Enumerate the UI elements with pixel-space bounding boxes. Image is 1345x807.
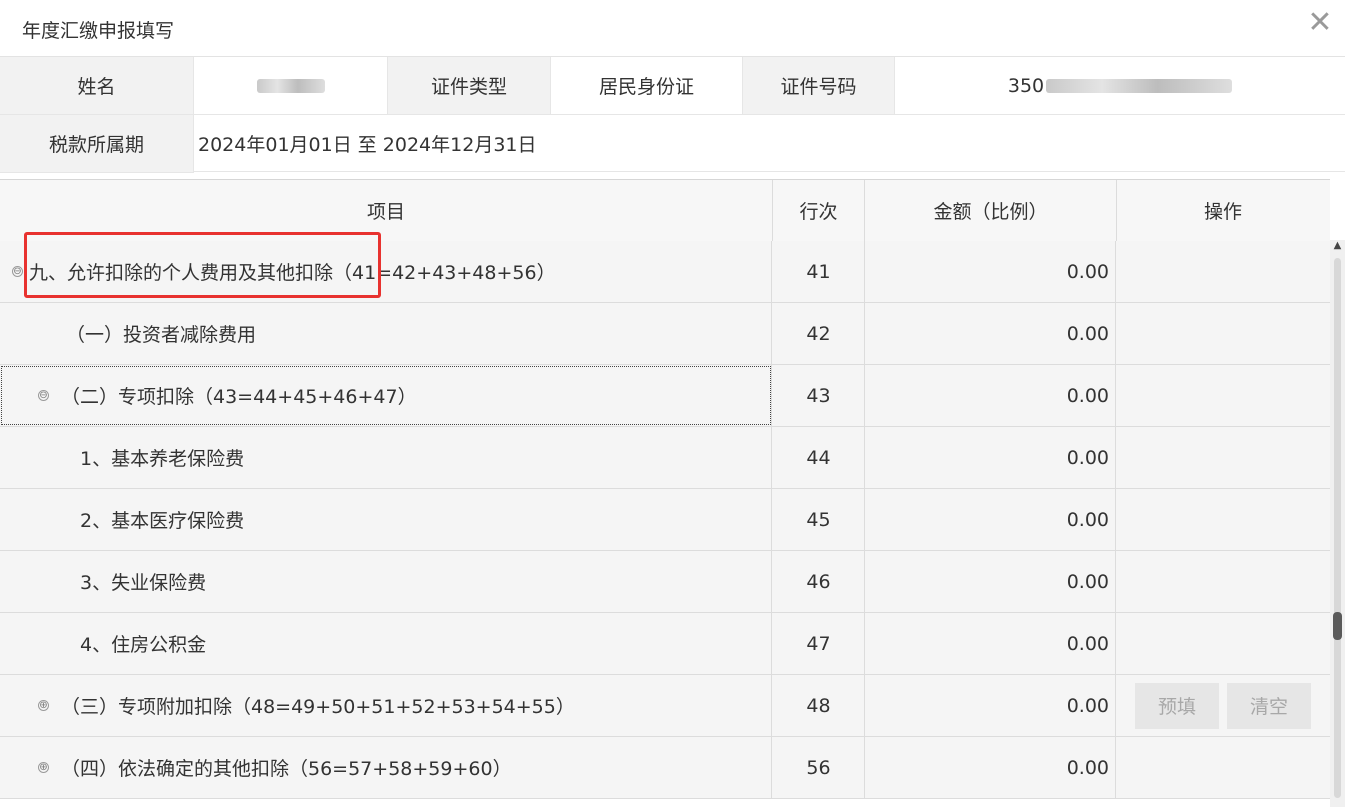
row-amount[interactable]: 0.00 [865,613,1116,674]
prefill-button[interactable]: 预填 [1135,682,1219,729]
id-number-prefix: 350 [1007,74,1045,97]
row-label: 4、住房公积金 [80,634,207,656]
close-icon[interactable]: ✕ [1305,8,1335,38]
row-amount[interactable]: 0.00 [865,303,1116,364]
row-amount[interactable]: 0.00 [865,675,1116,736]
scroll-up-icon[interactable]: ▲ [1332,240,1343,252]
row-line-number: 48 [773,675,865,736]
header-line: 行次 [773,180,865,241]
table-row[interactable]: ⊕ （四）依法确定的其他扣除（56=57+58+59+60） 56 0.00 [0,737,1330,799]
vertical-scrollbar[interactable]: ▲ [1330,240,1345,807]
row-label: 九、允许扣除的个人费用及其他扣除（41=42+43+48+56） [29,262,556,284]
redacted-id-number [1046,78,1233,93]
table-row[interactable]: 3、失业保险费 46 0.00 [0,551,1330,613]
row-ops [1117,427,1329,488]
redacted-name [256,78,325,93]
id-number-label: 证件号码 [743,57,895,115]
row-ops [1117,241,1329,302]
row-item: ⊕ （三）专项附加扣除（48=49+50+51+52+53+54+55） [0,675,772,736]
row-ops [1117,551,1329,612]
row-item: 1、基本养老保险费 [0,427,772,488]
info-row-identity: 姓名 证件类型 居民身份证 证件号码 350 [0,57,1345,115]
expand-icon[interactable]: ⊕ [38,700,49,711]
dialog-titlebar: 年度汇缴申报填写 ✕ [0,0,1345,57]
scroll-track[interactable] [1334,258,1341,798]
table-row[interactable]: （一）投资者减除费用 42 0.00 [0,303,1330,365]
row-item: ⊖ （二）专项扣除（43=44+45+46+47） [0,365,772,426]
row-ops [1117,737,1329,798]
row-ops [1117,303,1329,364]
table-row[interactable]: 4、住房公积金 47 0.00 [0,613,1330,675]
row-ops [1117,613,1329,674]
row-ops [1117,489,1329,550]
period-value: 2024年01月01日 至 2024年12月31日 [194,115,1345,172]
table-header: 项目 行次 金额（比例） 操作 [0,179,1330,242]
row-line-number: 46 [773,551,865,612]
info-row-period: 税款所属期 2024年01月01日 至 2024年12月31日 [0,115,1345,173]
header-op: 操作 [1203,201,1242,223]
row-amount[interactable]: 0.00 [865,427,1116,488]
row-item: ⊖ 九、允许扣除的个人费用及其他扣除（41=42+43+48+56） [0,241,772,302]
dialog-title: 年度汇缴申报填写 [22,20,175,42]
row-line-number: 47 [773,613,865,674]
table-row[interactable]: ⊖ 九、允许扣除的个人费用及其他扣除（41=42+43+48+56） 41 0.… [0,241,1330,303]
id-number-value: 350 [895,57,1345,115]
row-line-number: 41 [773,241,865,302]
header-item: 项目 [0,180,773,241]
row-line-number: 42 [773,303,865,364]
row-amount[interactable]: 0.00 [865,737,1116,798]
scroll-thumb[interactable] [1333,612,1342,640]
header-amount: 金额（比例） [865,180,1117,241]
row-item: 4、住房公积金 [0,613,772,674]
table-row[interactable]: ⊕ （三）专项附加扣除（48=49+50+51+52+53+54+55） 48 … [0,675,1330,737]
deduction-table: 项目 行次 金额（比例） 操作 ⊖ 九、允许扣除的个人费用及其他扣除（41=42… [0,179,1330,807]
row-amount[interactable]: 0.00 [865,551,1116,612]
row-line-number: 44 [773,427,865,488]
row-line-number: 56 [773,737,865,798]
row-label: 3、失业保险费 [80,572,207,594]
period-label: 税款所属期 [0,115,194,173]
row-ops [1117,365,1329,426]
row-item: ⊕ （四）依法确定的其他扣除（56=57+58+59+60） [0,737,772,798]
row-item: （一）投资者减除费用 [0,303,772,364]
name-label: 姓名 [0,57,194,115]
table-row[interactable]: 2、基本医疗保险费 45 0.00 [0,489,1330,551]
row-amount[interactable]: 0.00 [865,241,1116,302]
row-line-number: 43 [773,365,865,426]
collapse-icon[interactable]: ⊖ [12,266,23,277]
row-amount[interactable]: 0.00 [865,365,1116,426]
expand-icon[interactable]: ⊕ [38,762,49,773]
row-label: （四）依法确定的其他扣除（56=57+58+59+60） [61,758,512,780]
collapse-icon[interactable]: ⊖ [38,390,49,401]
row-label: （一）投资者减除费用 [66,324,257,346]
name-value [194,57,388,115]
row-amount[interactable]: 0.00 [865,489,1116,550]
row-item: 2、基本医疗保险费 [0,489,772,550]
id-type-value: 居民身份证 [551,57,743,115]
row-line-number: 45 [773,489,865,550]
row-label: 2、基本医疗保险费 [80,510,245,532]
row-label: （三）专项附加扣除（48=49+50+51+52+53+54+55） [61,696,575,718]
id-type-label: 证件类型 [388,57,551,115]
row-label: 1、基本养老保险费 [80,448,245,470]
clear-button[interactable]: 清空 [1227,682,1311,729]
row-ops: 预填 清空 [1117,675,1329,736]
table-row[interactable]: ⊖ （二）专项扣除（43=44+45+46+47） 43 0.00 [0,365,1330,427]
row-label: （二）专项扣除（43=44+45+46+47） [61,386,417,408]
row-item: 3、失业保险费 [0,551,772,612]
table-row[interactable]: 1、基本养老保险费 44 0.00 [0,427,1330,489]
